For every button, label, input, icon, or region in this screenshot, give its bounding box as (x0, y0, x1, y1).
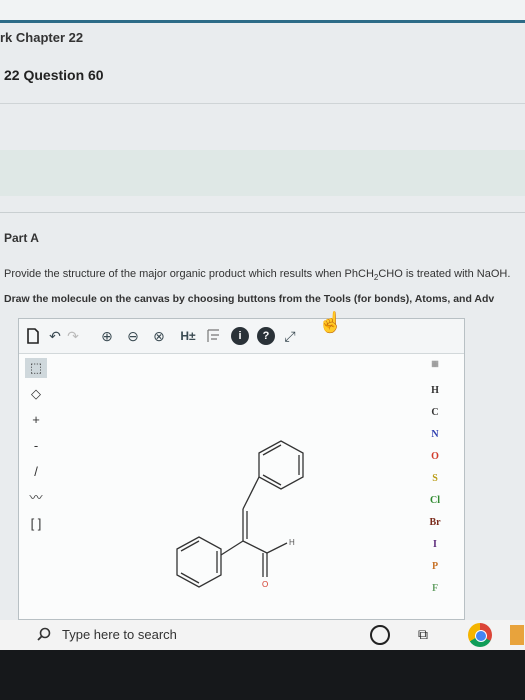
divider (0, 103, 525, 104)
bond (220, 540, 244, 556)
bond (242, 540, 268, 554)
charge-plus-icon[interactable]: + (25, 410, 47, 430)
content-band (0, 150, 525, 196)
atom-button-n[interactable]: N (415, 429, 455, 440)
atom-button-s[interactable]: S (415, 473, 455, 484)
atoms-panel: ▦ H C N O S Cl Br I P F (415, 354, 455, 604)
periodic-table-icon[interactable]: ▦ (415, 359, 455, 368)
prompt-text-after: CHO is treated with NaOH. (378, 268, 511, 280)
search-icon (37, 627, 51, 641)
editor-toolbar: ↶ ↷ ⊕ ⊖ ⊗ H± i ? ⤢ (19, 319, 464, 354)
task-view-icon[interactable]: ⧉ (418, 626, 428, 643)
upper-phenyl-ring (258, 440, 304, 490)
screen-bezel (0, 650, 525, 700)
hand-cursor-icon: ☝ (318, 312, 343, 334)
single-bond-icon[interactable]: / (25, 462, 47, 482)
atom-button-h[interactable]: H (415, 385, 455, 396)
atom-button-p[interactable]: P (415, 561, 455, 572)
atom-button-f[interactable]: F (415, 583, 455, 594)
info-icon[interactable]: i (231, 327, 249, 345)
taskbar-app-icon[interactable] (510, 625, 524, 645)
select-tool-icon[interactable]: ⬚ (25, 358, 47, 378)
taskbar-search[interactable]: Type here to search (36, 620, 366, 650)
chrome-icon[interactable] (468, 623, 492, 647)
undo-icon[interactable]: ↶ (47, 326, 63, 346)
zoom-out-icon[interactable]: ⊖ (123, 326, 143, 346)
atom-button-i[interactable]: I (415, 539, 455, 550)
question-prompt: Provide the structure of the major organ… (4, 268, 510, 282)
divider (0, 212, 525, 213)
windows-taskbar: Type here to search ⧉ (0, 620, 525, 650)
tools-panel: ⬚ ◇ + - / 〰 [ ] (19, 354, 53, 594)
atom-button-br[interactable]: Br (415, 517, 455, 528)
carbonyl-oxygen-label: O (262, 580, 268, 589)
h-toggle-button[interactable]: H± (177, 326, 199, 346)
atom-button-o[interactable]: O (415, 451, 455, 462)
cortana-icon[interactable] (370, 625, 390, 645)
templates-icon[interactable] (205, 326, 223, 346)
browser-top-bar (0, 0, 525, 23)
atom-button-c[interactable]: C (415, 407, 455, 418)
charge-minus-icon[interactable]: - (25, 436, 47, 456)
clear-icon[interactable]: ⊗ (149, 326, 169, 346)
drawing-canvas[interactable]: H O (149, 439, 349, 609)
chain-bond-icon[interactable]: 〰 (25, 488, 47, 508)
instruction-text: Draw the molecule on the canvas by choos… (4, 293, 495, 305)
lower-phenyl-ring (176, 536, 222, 588)
part-label: Part A (4, 231, 39, 245)
search-placeholder: Type here to search (62, 627, 177, 642)
eraser-icon[interactable]: ◇ (25, 384, 47, 404)
aldehyde-h-label: H (289, 538, 295, 547)
breadcrumb[interactable]: rk Chapter 22 (0, 30, 83, 45)
new-document-icon[interactable] (25, 326, 41, 346)
question-title: 22 Question 60 (4, 67, 104, 83)
redo-icon[interactable]: ↷ (65, 326, 81, 346)
zoom-in-icon[interactable]: ⊕ (97, 326, 117, 346)
help-icon[interactable]: ? (257, 327, 275, 345)
prompt-text-before: Provide the structure of the major organ… (4, 268, 374, 280)
bracket-tool-icon[interactable]: [ ] (25, 514, 47, 534)
aldehyde-h-bond (266, 542, 288, 554)
expand-icon[interactable]: ⤢ (281, 326, 299, 346)
molecule-editor[interactable]: ↶ ↷ ⊕ ⊖ ⊗ H± i ? ⤢ ⬚ ◇ + - / 〰 [ ] ▦ H C… (18, 318, 465, 620)
bond (242, 476, 260, 510)
atom-button-cl[interactable]: Cl (415, 495, 455, 506)
